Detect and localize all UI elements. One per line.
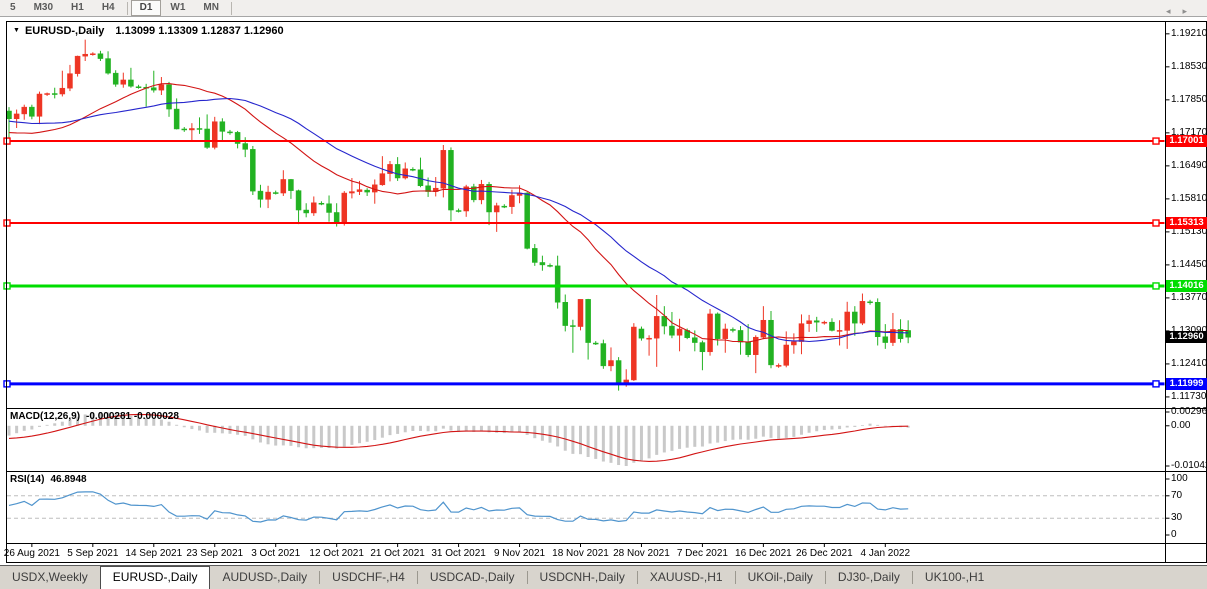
date-axis-label: 26 Dec 2021 xyxy=(795,548,853,559)
date-axis-label: 18 Nov 2021 xyxy=(552,548,609,559)
chart-tab-usdcad-daily[interactable]: USDCAD-,Daily xyxy=(418,566,527,589)
date-axis-label: 3 Oct 2021 xyxy=(251,548,301,559)
macd-axis-tick: 0.002966 xyxy=(1171,406,1207,417)
chart-title: ▼ EURUSD-,Daily 1.13099 1.13309 1.12837 1.… xyxy=(13,25,284,37)
price-axis-tick: 1.19210 xyxy=(1171,27,1207,39)
price-axis-tick: 1.11730 xyxy=(1171,390,1207,402)
date-axis-label: 12 Oct 2021 xyxy=(309,548,364,559)
date-axis-label: 7 Dec 2021 xyxy=(676,548,728,559)
macd-values: -0.000281 -0.000028 xyxy=(86,411,179,422)
date-axis-label: 28 Nov 2021 xyxy=(613,548,670,559)
date-axis-label: 21 Oct 2021 xyxy=(370,548,425,559)
chart-tab-dj30-daily[interactable]: DJ30-,Daily xyxy=(826,566,912,589)
price-axis-tick: 1.13770 xyxy=(1171,291,1207,303)
hline-handle[interactable] xyxy=(1152,219,1160,227)
mt4-chart-window: 5 M30 H1 H4 D1 W1 MN ▼ EURUSD-,Daily 1.13099 1.1… xyxy=(0,0,1207,589)
macd-name: MACD(12,26,9) xyxy=(10,411,81,422)
date-axis-label: 23 Sep 2021 xyxy=(186,548,244,559)
rsi-axis-tick: 0 xyxy=(1171,529,1177,540)
level-price-tag: 1.14016 xyxy=(1166,279,1207,292)
rsi-axis-tick: 100 xyxy=(1171,473,1188,484)
date-axis-label: 14 Sep 2021 xyxy=(125,548,183,559)
chart-tab-usdchf-h4[interactable]: USDCHF-,H4 xyxy=(320,566,417,589)
price-axis-tick: 1.16490 xyxy=(1171,159,1207,171)
tab-scroll-left-icon[interactable]: ◂ xyxy=(1166,6,1183,16)
date-axis-label: 4 Jan 2022 xyxy=(860,548,911,559)
price-axis-tick: 1.17850 xyxy=(1171,93,1207,105)
level-price-tag: 1.11999 xyxy=(1166,377,1207,390)
chart-tab-xauusd-h1[interactable]: XAUUSD-,H1 xyxy=(638,566,735,589)
chart-tab-eurusd-daily[interactable]: EURUSD-,Daily xyxy=(99,566,211,589)
level-price-tag: 1.17001 xyxy=(1166,135,1207,148)
rsi-axis-tick: 30 xyxy=(1171,512,1183,524)
rsi-axis-tick: 70 xyxy=(1171,489,1183,501)
date-axis-label: 9 Nov 2021 xyxy=(493,548,546,559)
price-chart-canvas[interactable] xyxy=(0,0,1207,589)
tab-scroll-arrows: ◂▸ xyxy=(1166,6,1199,17)
price-axis-tick: 1.15810 xyxy=(1171,192,1207,204)
macd-axis-tick: 0.00 xyxy=(1171,419,1191,431)
chart-tab-usdcnh-daily[interactable]: USDCNH-,Daily xyxy=(528,566,637,589)
rsi-value: 46.8948 xyxy=(50,474,87,485)
price-axis-tick: 1.18530 xyxy=(1171,60,1207,72)
chart-tabbar: USDX,Weekly EURUSD-,Daily AUDUSD-,Daily USD… xyxy=(0,565,1207,589)
hline-handle[interactable] xyxy=(1152,282,1160,290)
date-axis-label: 31 Oct 2021 xyxy=(431,548,486,559)
price-axis-tick: 1.14450 xyxy=(1171,258,1207,270)
price-axis-tick: 1.12410 xyxy=(1171,357,1207,369)
macd-indicator-label: MACD(12,26,9) -0.000281 -0.000028 xyxy=(10,411,179,422)
hline-handle[interactable] xyxy=(1152,137,1160,145)
chart-tab-usdx-weekly[interactable]: USDX,Weekly xyxy=(0,566,100,589)
tab-scroll-right-icon[interactable]: ▸ xyxy=(1182,6,1199,16)
rsi-indicator-label: RSI(14) 46.8948 xyxy=(10,474,87,485)
symbol-dropdown-icon[interactable]: ▼ xyxy=(13,27,20,34)
date-axis-label: 16 Dec 2021 xyxy=(735,548,792,559)
chart-symbol-label: EURUSD-,Daily xyxy=(24,25,105,37)
rsi-name: RSI(14) xyxy=(10,474,45,485)
macd-axis-tick: -0.010427 xyxy=(1171,460,1207,471)
chart-ohlc-values: 1.13099 1.13309 1.12837 1.12960 xyxy=(115,25,284,37)
current-price-tag: 1.12960 xyxy=(1166,331,1207,344)
hline-handle[interactable] xyxy=(1152,380,1160,388)
date-axis-label: 5 Sep 2021 xyxy=(67,548,119,559)
level-price-tag: 1.15313 xyxy=(1166,217,1207,229)
chart-tab-audusd-daily[interactable]: AUDUSD-,Daily xyxy=(210,566,319,589)
chart-tab-uk100-h1[interactable]: UK100-,H1 xyxy=(913,566,996,589)
chart-tab-ukoil-daily[interactable]: UKOil-,Daily xyxy=(736,566,825,589)
